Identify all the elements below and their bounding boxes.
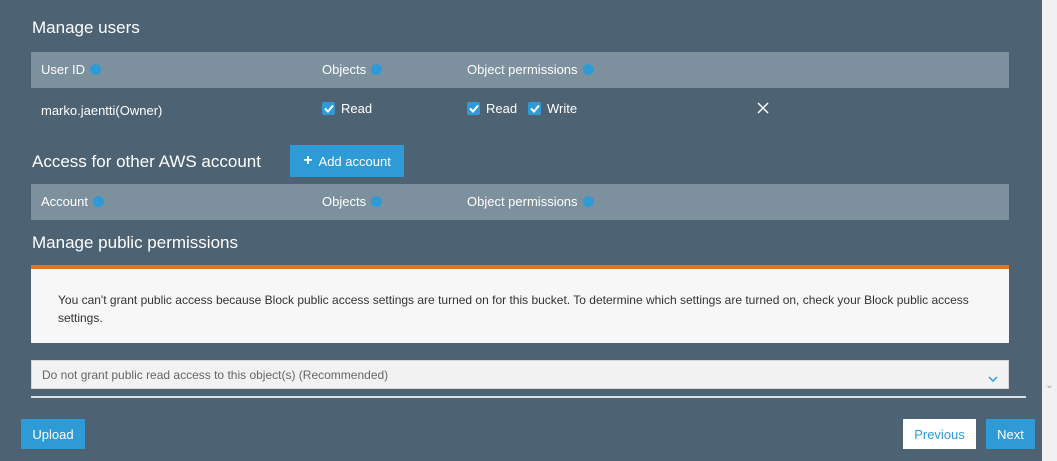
col-account-label: Account [41,194,88,209]
col-object-permissions: Object permissions [467,194,594,209]
accounts-table-header: Account Objects Object permissions [31,184,1009,220]
select-value: Do not grant public read access to this … [42,368,389,382]
next-button[interactable]: Next [986,419,1035,449]
info-icon[interactable] [582,196,594,207]
objects-read-checkbox[interactable]: Read [322,101,372,116]
info-icon[interactable] [92,196,104,207]
users-table-header: User ID Objects Object permissions [31,52,1009,88]
col-object-permissions-label: Object permissions [467,194,578,209]
upload-button[interactable]: Upload [21,419,85,449]
info-icon[interactable] [371,64,383,75]
public-access-select[interactable]: Do not grant public read access to this … [31,360,1009,389]
other-accounts-title: Access for other AWS account [32,152,261,171]
checkbox-checked-icon[interactable] [467,102,480,115]
upload-permissions-panel: Manage users User ID Objects Object perm… [0,0,1042,461]
col-user-id: User ID [41,62,102,77]
info-icon[interactable] [582,64,594,75]
perm-read-label: Read [486,101,518,116]
add-account-label: Add account [318,153,391,169]
divider [31,396,1026,398]
col-account: Account [41,194,104,209]
warning-notice: You can't grant public access because Bl… [31,265,1009,343]
manage-users-title: Manage users [32,18,140,37]
col-objects: Objects [322,194,383,209]
close-icon[interactable] [756,101,770,115]
perm-read-checkbox[interactable]: Read [467,101,517,116]
info-icon[interactable] [90,64,102,75]
previous-button[interactable]: Previous [903,419,976,449]
chevron-down-icon [988,370,998,388]
col-objects-label: Objects [322,194,367,209]
checkbox-checked-icon[interactable] [322,102,335,115]
plus-icon: + [303,152,313,169]
public-permissions-title: Manage public permissions [32,233,238,252]
add-account-button[interactable]: + Add account [290,145,404,177]
col-objects: Objects [322,62,383,77]
perm-write-label: Write [547,101,578,116]
scroll-down-icon[interactable]: ⌄ [1044,380,1055,392]
col-object-permissions-label: Object permissions [467,62,578,77]
col-user-id-label: User ID [41,62,86,77]
user-name: marko.jaentti(Owner) [41,103,163,118]
checkbox-checked-icon[interactable] [528,102,541,115]
objects-read-label: Read [341,101,373,116]
notice-text: You can't grant public access because Bl… [58,293,969,325]
col-objects-label: Objects [322,62,367,77]
info-icon[interactable] [371,196,383,207]
col-object-permissions: Object permissions [467,62,594,77]
perm-write-checkbox[interactable]: Write [528,101,577,116]
